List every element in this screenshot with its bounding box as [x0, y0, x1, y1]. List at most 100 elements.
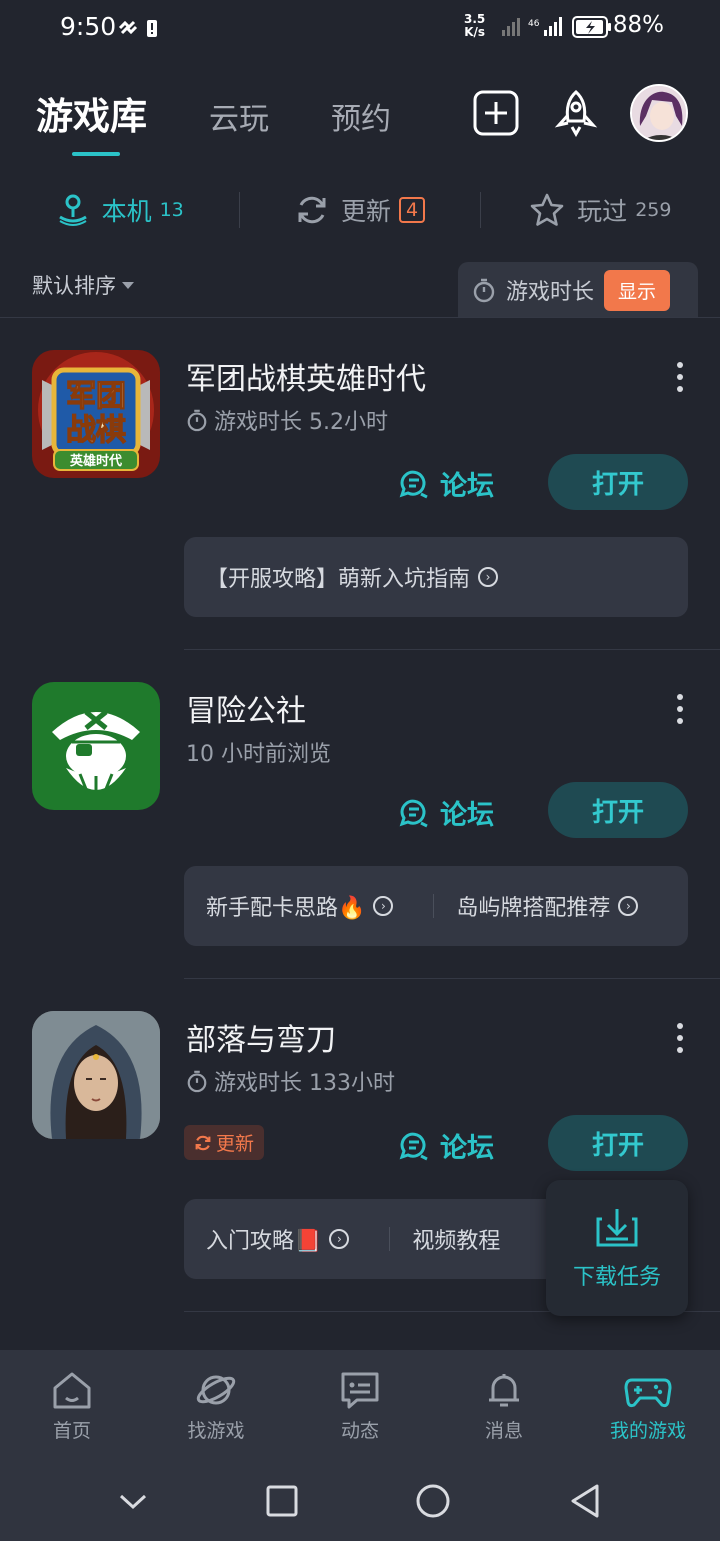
guide-link-text: 【开服攻略】萌新入坑指南: [206, 567, 471, 592]
game-name[interactable]: 部落与弯刀: [186, 1015, 336, 1059]
logo-text-bottom: 英雄时代: [69, 453, 122, 469]
game-name[interactable]: 冒险公社: [186, 686, 306, 730]
forum-icon: [399, 799, 428, 827]
more-options-button[interactable]: [672, 362, 688, 392]
tab-reservation[interactable]: 预约: [331, 94, 391, 138]
show-play-time-button[interactable]: 显示: [604, 269, 671, 311]
chevron-right-icon: ›: [373, 896, 394, 916]
guide-link[interactable]: 入门攻略📕 ›: [184, 1223, 350, 1255]
nav-my-games[interactable]: 我的游戏: [576, 1350, 720, 1460]
back-triangle-icon[interactable]: [568, 1483, 602, 1519]
top-actions: [442, 84, 688, 142]
guide-link-text: 入门攻略📕: [206, 1229, 322, 1254]
divider: [0, 317, 720, 318]
play-time-toggle: 游戏时长 显示: [458, 262, 698, 318]
link-icon: [118, 20, 138, 35]
sort-dropdown[interactable]: 默认排序: [32, 270, 134, 300]
open-game-button[interactable]: 打开: [548, 454, 688, 510]
active-tab-indicator: [72, 152, 120, 156]
game-icon[interactable]: 军团 战棋 英雄时代: [32, 350, 160, 478]
guide-link[interactable]: 视频教程: [390, 1223, 500, 1255]
guide-link-text: 视频教程: [412, 1229, 501, 1254]
tribe-and-blade-art: [32, 1011, 160, 1139]
battery-percent: 88%: [612, 12, 664, 38]
legion-chess-logo: 军团 战棋 英雄时代: [32, 350, 160, 478]
guide-bar: 新手配卡思路🔥 › 岛屿牌搭配推荐 ›: [184, 866, 688, 946]
caret-down-icon: [122, 281, 134, 289]
more-options-button[interactable]: [672, 1023, 688, 1053]
more-dot: [677, 362, 683, 368]
open-game-button[interactable]: 打开: [548, 1115, 688, 1171]
filter-local-count: 13: [159, 199, 184, 221]
nav-my-games-label: 我的游戏: [609, 1420, 686, 1442]
filter-played[interactable]: 玩过 259: [481, 192, 720, 228]
home-icon: [53, 1372, 91, 1409]
download-tasks-label: 下载任务: [572, 1265, 661, 1290]
battery-icon: [572, 16, 611, 38]
more-dot: [677, 386, 683, 392]
nav-find-games[interactable]: 找游戏: [144, 1350, 288, 1460]
speedup-button[interactable]: [550, 87, 602, 139]
filter-local-label: 本机: [101, 197, 152, 226]
update-badge[interactable]: 更新: [184, 1125, 265, 1160]
filter-local[interactable]: 本机 13: [0, 192, 239, 228]
nav-home[interactable]: 首页: [0, 1350, 144, 1460]
forum-label: 论坛: [440, 471, 494, 502]
game-icon[interactable]: [32, 1011, 160, 1139]
add-game-button[interactable]: [470, 87, 522, 139]
tab-cloud-play[interactable]: 云玩: [209, 94, 269, 138]
filter-played-label: 玩过: [577, 197, 628, 226]
message-icon: [341, 1372, 379, 1409]
forum-label: 论坛: [440, 800, 494, 831]
guide-link[interactable]: 岛屿牌搭配推荐 ›: [434, 890, 639, 922]
chevron-down-icon[interactable]: [118, 1491, 148, 1511]
recents-square-icon[interactable]: [265, 1484, 299, 1518]
status-bar: 9:50 3.5 K/s 46 88%: [0, 0, 720, 56]
game-playtime: 游戏时长 133小时: [186, 1065, 395, 1097]
forum-button[interactable]: 论坛: [398, 793, 494, 832]
avatar-image: [632, 86, 686, 140]
more-dot: [677, 718, 683, 724]
divider: [184, 978, 720, 979]
nav-feed[interactable]: 动态: [288, 1350, 432, 1460]
alert-icon: [147, 20, 157, 37]
more-dot: [677, 1035, 683, 1041]
nav-home-label: 首页: [52, 1420, 91, 1442]
logo-text-top: 军团: [66, 379, 126, 414]
svg-text:46: 46: [528, 19, 540, 29]
timer-icon: [187, 409, 207, 432]
download-icon: [596, 1209, 638, 1247]
game-playtime-text: 游戏时长 5.2小时: [214, 410, 388, 435]
sort-label: 默认排序: [32, 274, 116, 298]
filter-update-count: 4: [398, 197, 426, 223]
filter-played-count: 259: [635, 199, 672, 221]
guide-link[interactable]: 【开服攻略】萌新入坑指南 ›: [184, 561, 499, 593]
tab-game-library[interactable]: 游戏库: [36, 86, 147, 140]
chevron-right-icon: ›: [618, 896, 639, 916]
user-avatar[interactable]: [630, 84, 688, 142]
guide-bar: 【开服攻略】萌新入坑指南 ›: [184, 537, 688, 617]
star-icon: [530, 193, 564, 226]
play-time-label: 游戏时长: [506, 280, 595, 305]
adventure-club-logo: [32, 682, 160, 810]
forum-icon: [399, 1132, 428, 1160]
forum-button[interactable]: 论坛: [398, 1126, 494, 1165]
guide-link[interactable]: 新手配卡思路🔥 ›: [184, 890, 394, 922]
filter-update[interactable]: 更新 4: [240, 192, 479, 228]
home-circle-icon[interactable]: [415, 1483, 451, 1519]
more-options-button[interactable]: [672, 694, 688, 724]
refresh-icon: [298, 196, 326, 224]
game-icon[interactable]: [32, 682, 160, 810]
game-name[interactable]: 军团战棋英雄时代: [186, 354, 426, 398]
update-badge-label: 更新: [216, 1133, 255, 1155]
nav-messages[interactable]: 消息: [432, 1350, 576, 1460]
open-game-button[interactable]: 打开: [548, 782, 688, 838]
net-speed: 3.5 K/s: [464, 13, 485, 39]
top-tabs: 游戏库 云玩 预约: [36, 86, 453, 140]
logo-text-mid: 战棋: [66, 413, 126, 448]
download-tasks-button[interactable]: 下载任务: [546, 1180, 688, 1316]
nav-messages-label: 消息: [484, 1420, 523, 1442]
more-dot: [677, 374, 683, 380]
net-speed-unit: K/s: [464, 25, 486, 39]
forum-button[interactable]: 论坛: [398, 464, 494, 503]
